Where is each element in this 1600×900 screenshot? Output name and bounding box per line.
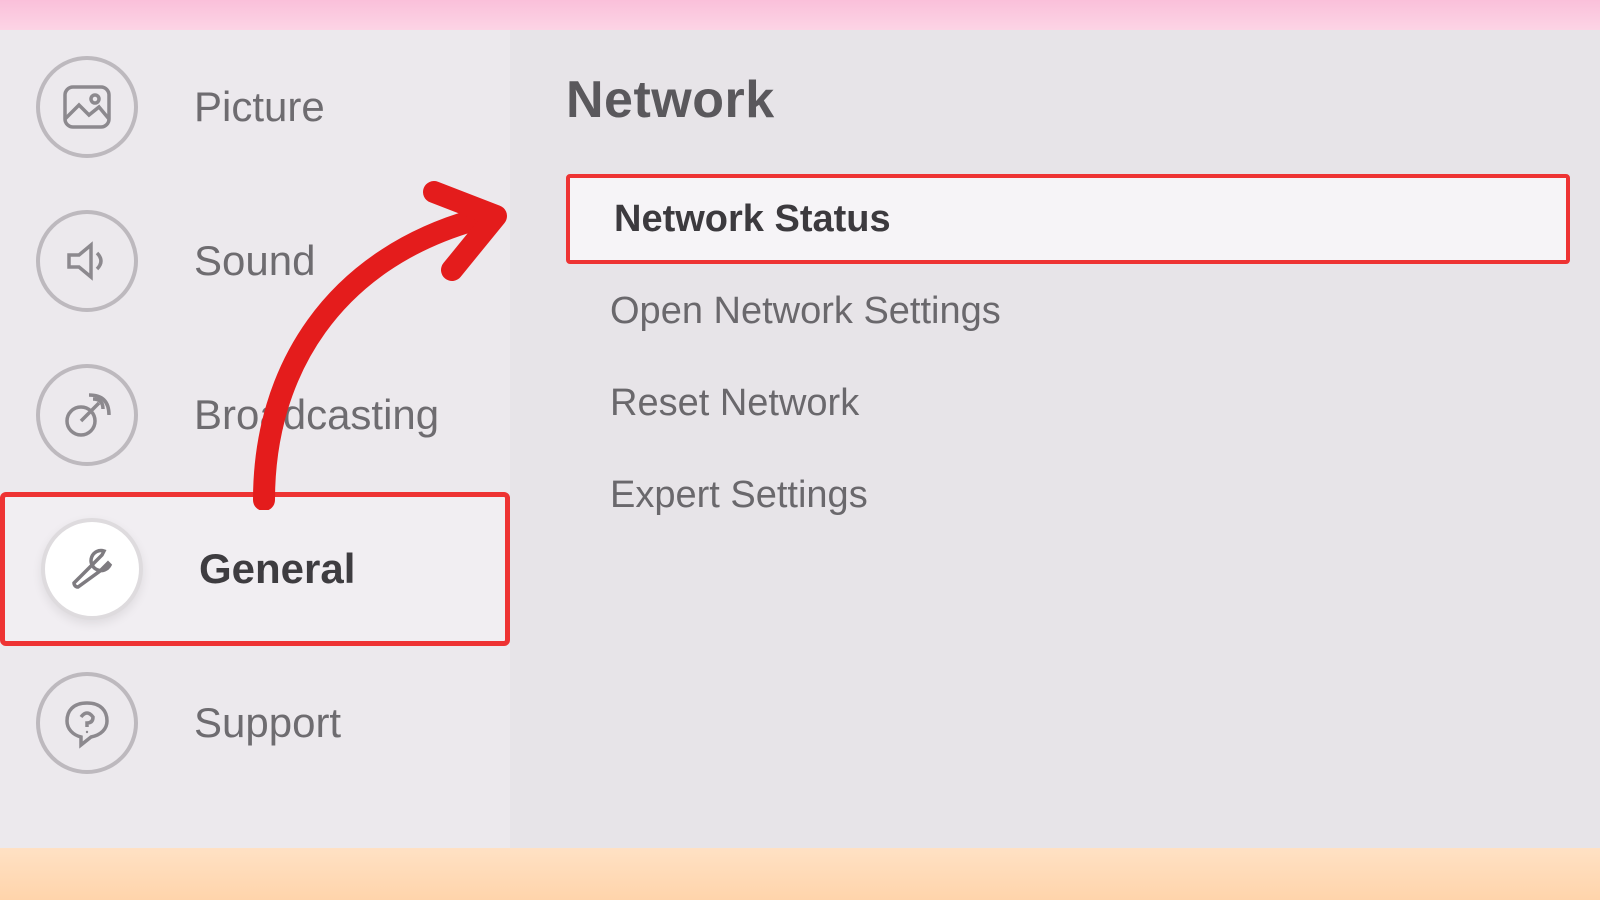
option-label: Reset Network [610,382,859,425]
broadcast-icon [36,364,138,466]
sound-icon [36,210,138,312]
option-network-status[interactable]: Network Status [566,174,1570,264]
sidebar-item-general[interactable]: General [0,492,510,646]
option-label: Network Status [614,198,891,241]
sidebar-item-support[interactable]: Support [0,646,510,800]
option-label: Open Network Settings [610,290,1001,333]
bottom-accent-bar [0,848,1600,900]
sidebar-item-label: Picture [194,83,325,131]
sidebar-item-broadcasting[interactable]: Broadcasting [0,338,510,492]
screen: Picture Sound [0,0,1600,900]
sidebar-item-label: Sound [194,237,315,285]
settings-sidebar: Picture Sound [0,30,510,848]
network-option-list: Network Status Open Network Settings Res… [566,174,1600,540]
top-accent-bar [0,0,1600,30]
wrench-icon [41,518,143,620]
sidebar-item-picture[interactable]: Picture [0,30,510,184]
option-reset-network[interactable]: Reset Network [566,358,1570,448]
sidebar-item-label: General [199,545,355,593]
option-open-network-settings[interactable]: Open Network Settings [566,266,1570,356]
sidebar-item-label: Broadcasting [194,391,439,439]
option-label: Expert Settings [610,474,868,517]
picture-icon [36,56,138,158]
support-icon [36,672,138,774]
sidebar-item-label: Support [194,699,341,747]
page-title: Network [566,70,1600,130]
sidebar-item-sound[interactable]: Sound [0,184,510,338]
option-expert-settings[interactable]: Expert Settings [566,450,1570,540]
main-panel: Network Network Status Open Network Sett… [510,30,1600,848]
workspace: Picture Sound [0,30,1600,848]
